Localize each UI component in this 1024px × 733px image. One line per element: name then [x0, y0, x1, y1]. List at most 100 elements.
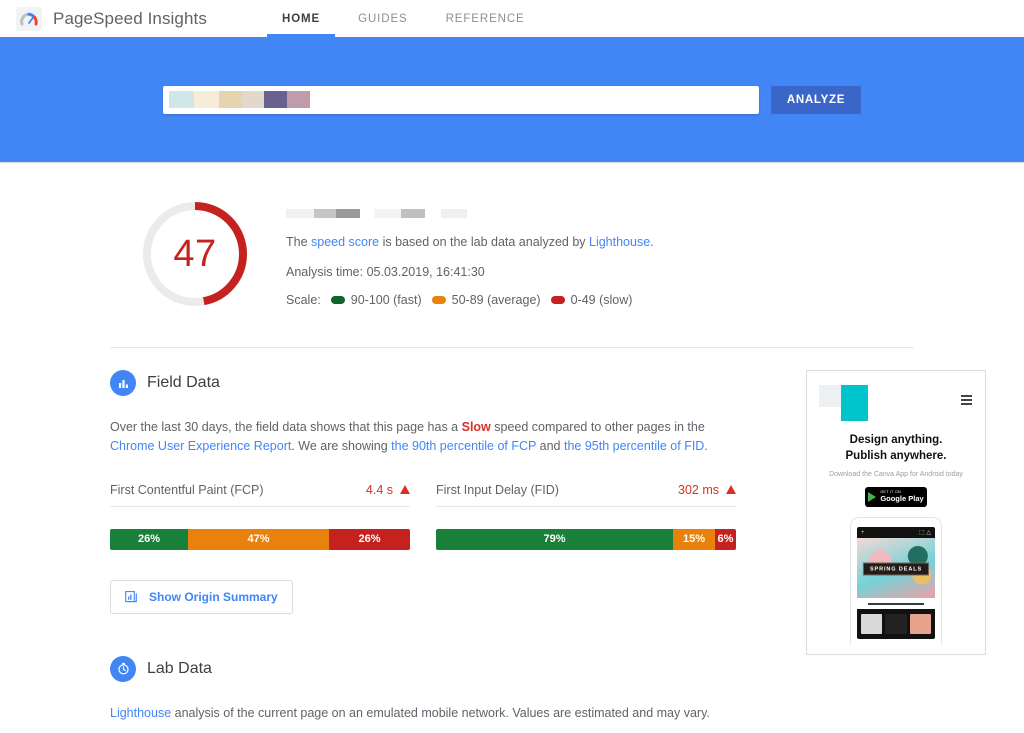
fid-header: First Input Delay (FID) 302 ms [436, 483, 736, 507]
ad-subtext: Download the Canva App for Android today [807, 471, 985, 478]
scale-pill-average [432, 296, 446, 304]
fid-distribution-bar: 79% 15% 6% [436, 529, 736, 550]
scale-label: Scale: [286, 293, 321, 307]
score-desc-end: . [650, 235, 653, 249]
score-section: 47 The speed score is based on the lab d… [110, 163, 914, 348]
field-data-header: Field Data [110, 370, 782, 396]
ad-headline-line2: Publish anywhere. [846, 450, 947, 462]
nav-link-reference[interactable]: REFERENCE [427, 0, 544, 37]
scale-pill-fast [331, 296, 345, 304]
ad-brand-block [841, 385, 868, 421]
phone-caption [857, 598, 935, 609]
url-redaction-block [169, 91, 194, 108]
fd-desc-p1: Over the last 30 days, the field data sh… [110, 420, 462, 434]
fcp-seg-average: 47% [188, 529, 329, 550]
warning-triangle-icon [726, 485, 736, 494]
phone-artwork: SPRING DEALS [857, 538, 935, 598]
crux-report-link[interactable]: Chrome User Experience Report [110, 439, 291, 453]
score-desc-pre: The [286, 235, 311, 249]
play-badge-large: Google Play [880, 495, 923, 503]
url-redaction-block [242, 91, 264, 108]
fcp-percentile-link[interactable]: the 90th percentile of FCP [391, 439, 536, 453]
spring-deals-tag: SPRING DEALS [863, 563, 929, 576]
page-content: 47 The speed score is based on the lab d… [0, 163, 1024, 733]
show-origin-summary-button[interactable]: Show Origin Summary [110, 580, 293, 614]
lab-data-description: Lighthouse analysis of the current page … [110, 704, 710, 723]
top-navigation-bar: PageSpeed Insights HOME GUIDES REFERENCE [0, 0, 1024, 37]
ad-headline: Design anything. Publish anywhere. [807, 433, 985, 464]
ad-logo-row [819, 385, 973, 421]
fid-seg-slow: 6% [715, 529, 736, 550]
field-data-description: Over the last 30 days, the field data sh… [110, 418, 710, 457]
origin-summary-label: Show Origin Summary [149, 590, 278, 604]
brand[interactable]: PageSpeed Insights [16, 7, 207, 31]
speed-score-gauge: 47 [140, 199, 250, 309]
origin-summary-icon [125, 590, 139, 604]
fid-label: First Input Delay (FID) [436, 483, 678, 497]
fcp-value: 4.4 s [366, 483, 393, 497]
warning-triangle-icon [400, 485, 410, 494]
scale-label-fast: 90-100 (fast) [351, 293, 422, 307]
stopwatch-glyph [116, 661, 131, 676]
url-redaction-block [194, 91, 219, 108]
google-play-badge[interactable]: GET IT ON Google Play [865, 487, 927, 507]
google-play-text: GET IT ON Google Play [880, 491, 923, 503]
fcp-distribution-bar: 26% 47% 26% [110, 529, 410, 550]
analysis-time: Analysis time: 05.03.2019, 16:41:30 [286, 264, 654, 282]
title-redaction-block [401, 209, 425, 218]
fcp-header: First Contentful Paint (FCP) 4.4 s [110, 483, 410, 507]
title-redaction-block [314, 209, 336, 218]
nav-link-home[interactable]: HOME [263, 0, 339, 37]
lab-data-section: Lab Data Lighthouse analysis of the curr… [110, 656, 782, 733]
ad-headline-line1: Design anything. [850, 434, 943, 446]
nav-links: HOME GUIDES REFERENCE [263, 0, 544, 37]
left-column: Field Data Over the last 30 days, the fi… [110, 370, 782, 733]
fid-seg-fast: 79% [436, 529, 673, 550]
analyze-button[interactable]: ANALYZE [771, 86, 861, 114]
fd-desc-p4: and [536, 439, 564, 453]
advertisement-panel[interactable]: Design anything. Publish anywhere. Downl… [806, 370, 986, 655]
score-info: The speed score is based on the lab data… [286, 199, 654, 307]
title-redaction-block [360, 209, 374, 218]
url-redaction-block [219, 91, 242, 108]
phone-thumbnails [857, 609, 935, 634]
ad-top [807, 371, 985, 431]
fid-seg-average: 15% [673, 529, 715, 550]
nav-link-guides[interactable]: GUIDES [339, 0, 427, 37]
fcp-seg-slow: 26% [329, 529, 410, 550]
url-input[interactable] [163, 86, 759, 114]
lighthouse-link[interactable]: Lighthouse [589, 235, 650, 249]
fcp-label: First Contentful Paint (FCP) [110, 483, 366, 497]
title-redaction-block [374, 209, 401, 218]
fd-desc-p2: speed compared to other pages in the [491, 420, 705, 434]
phone-mockup: +⬚ △ SPRING DEALS [850, 517, 942, 645]
scale-label-slow: 0-49 (slow) [571, 293, 633, 307]
speed-score-value: 47 [140, 199, 250, 309]
scale-pill-slow [551, 296, 565, 304]
speed-score-link[interactable]: speed score [311, 235, 379, 249]
fid-percentile-link[interactable]: the 95th percentile of FID [564, 439, 704, 453]
lighthouse-lab-link[interactable]: Lighthouse [110, 706, 171, 720]
right-column: Design anything. Publish anywhere. Downl… [806, 370, 986, 733]
fcp-seg-fast: 26% [110, 529, 188, 550]
search-banner: ANALYZE [0, 37, 1024, 163]
field-metric-fcp: First Contentful Paint (FCP) 4.4 s 26% 4… [110, 483, 410, 550]
phone-status-bar: +⬚ △ [857, 527, 935, 538]
lab-data-title: Lab Data [147, 660, 212, 678]
bar-chart-glyph [117, 377, 130, 390]
score-scale-legend: Scale: 90-100 (fast) 50-89 (average) 0-4… [286, 293, 654, 307]
score-description: The speed score is based on the lab data… [286, 234, 654, 252]
scale-label-average: 50-89 (average) [452, 293, 541, 307]
fd-slow-badge: Slow [462, 420, 491, 434]
fd-desc-p3: . We are showing [291, 439, 391, 453]
main-columns: Field Data Over the last 30 days, the fi… [110, 348, 914, 733]
hamburger-menu-icon[interactable] [961, 395, 972, 407]
redacted-url-value [169, 91, 310, 108]
stopwatch-icon [110, 656, 136, 682]
field-data-title: Field Data [147, 374, 220, 392]
field-metric-fid: First Input Delay (FID) 302 ms 79% 15% 6… [436, 483, 736, 550]
search-row: ANALYZE [163, 86, 861, 114]
lab-desc-rest: analysis of the current page on an emula… [171, 706, 710, 720]
brand-title: PageSpeed Insights [53, 9, 207, 29]
fid-value: 302 ms [678, 483, 719, 497]
